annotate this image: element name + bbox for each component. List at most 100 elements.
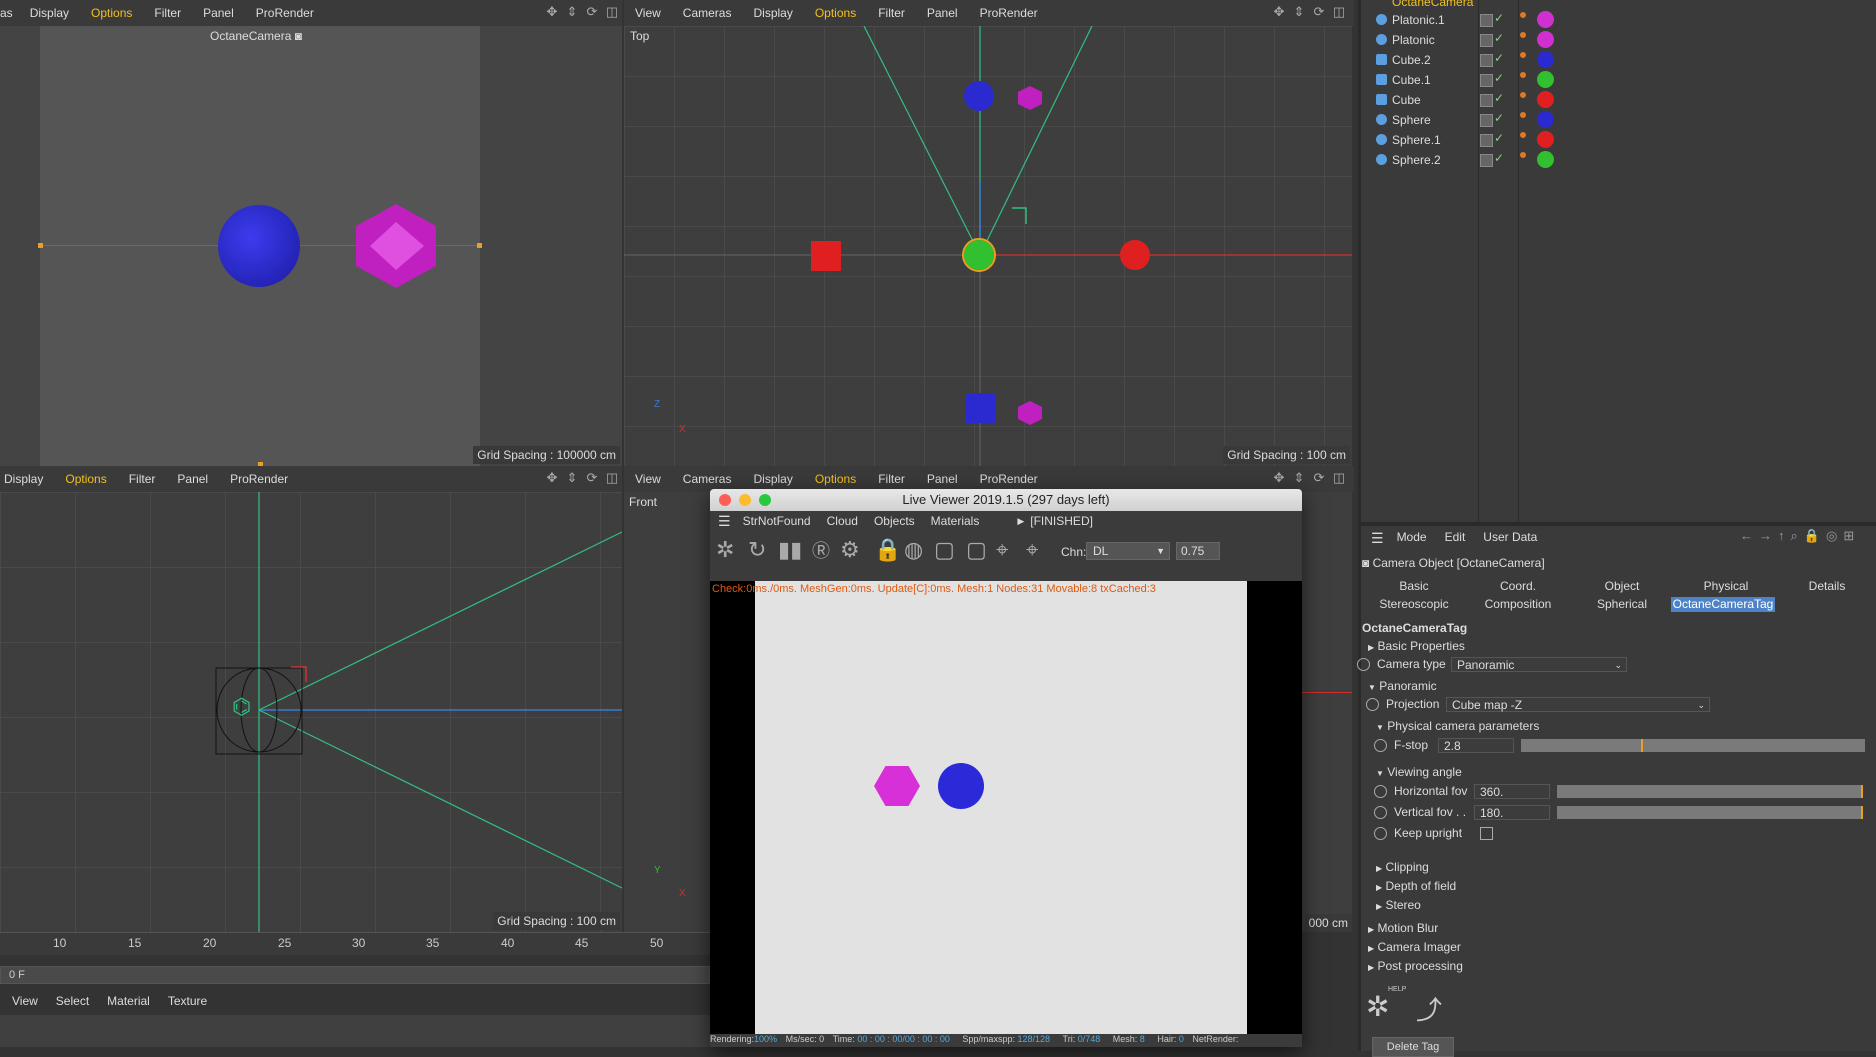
region-icon[interactable]: ▢: [934, 537, 955, 563]
menu-select[interactable]: Select: [47, 994, 98, 1012]
menu-prorender[interactable]: ProRender: [969, 6, 1049, 20]
om-row-sphere-1[interactable]: Sphere.1 ✓: [1362, 130, 1876, 150]
blue-sphere[interactable]: [218, 205, 300, 287]
menu-prorender[interactable]: ProRender: [245, 6, 325, 20]
viewport-top[interactable]: Top Z X Grid Spacing : 100 cm: [624, 26, 1352, 466]
om-row-cube[interactable]: Cube ✓: [1362, 90, 1876, 110]
move-view-icon[interactable]: ✥: [1272, 5, 1286, 19]
visibility-toggle[interactable]: [1480, 94, 1493, 107]
fstop-slider[interactable]: [1521, 739, 1865, 752]
rotate-view-icon[interactable]: ⟳: [585, 5, 599, 19]
frame-handle-left[interactable]: [38, 243, 43, 248]
menu-texture[interactable]: Texture: [159, 994, 216, 1012]
menu-cameras-partial[interactable]: as: [0, 6, 19, 20]
menu-view[interactable]: View: [0, 994, 47, 1012]
camera-imager-group[interactable]: ▶ Camera Imager: [1368, 940, 1461, 954]
projection-radio[interactable]: [1366, 698, 1379, 711]
motion-blur-group[interactable]: ▶ Motion Blur: [1368, 921, 1438, 935]
new-panel-icon[interactable]: ⊞: [1843, 528, 1860, 543]
tab-coord[interactable]: Coord.: [1466, 579, 1570, 594]
menu-prorender[interactable]: ProRender: [969, 472, 1049, 486]
menu-edit[interactable]: Edit: [1436, 530, 1475, 548]
enabled-check-icon[interactable]: ✓: [1494, 131, 1504, 145]
search-icon[interactable]: ⌕: [1791, 528, 1804, 543]
maximize-view-icon[interactable]: ◫: [1332, 471, 1346, 485]
frame-handle-right[interactable]: [477, 243, 482, 248]
forward-arrow-icon[interactable]: →: [1759, 528, 1778, 543]
vfov-radio[interactable]: [1374, 806, 1387, 819]
octane-render-icon[interactable]: ✲: [716, 537, 734, 563]
vfov-field[interactable]: 180.: [1474, 805, 1550, 820]
menu-filter[interactable]: Filter: [143, 6, 192, 20]
rotate-view-icon[interactable]: ⟳: [1312, 5, 1326, 19]
zoom-view-icon[interactable]: ⇕: [1292, 5, 1306, 19]
green-sphere-selected[interactable]: [962, 238, 996, 272]
maximize-view-icon[interactable]: ◫: [1332, 5, 1346, 19]
material-tag[interactable]: [1537, 51, 1554, 68]
fstop-field[interactable]: 2.8: [1438, 738, 1514, 753]
move-view-icon[interactable]: ✥: [1272, 471, 1286, 485]
viewport-side[interactable]: ⌬ Grid Spacing : 100 cm: [0, 492, 622, 932]
menu-options[interactable]: Options: [80, 6, 143, 20]
camera-type-radio[interactable]: [1357, 658, 1370, 671]
camera-type-select[interactable]: Panoramic ⌄: [1451, 657, 1627, 672]
tab-composition[interactable]: Composition: [1466, 597, 1570, 612]
menu-options[interactable]: Options: [804, 472, 867, 486]
basic-properties-group[interactable]: ▶ Basic Properties: [1368, 639, 1465, 653]
tab-octanecameratag[interactable]: OctaneCameraTag: [1671, 597, 1775, 612]
hamburger-icon[interactable]: ☰: [710, 513, 739, 530]
zoom-view-icon[interactable]: ⇕: [1292, 471, 1306, 485]
menu-panel[interactable]: Panel: [916, 472, 969, 486]
magenta-platonic[interactable]: [352, 202, 440, 290]
enabled-check-icon[interactable]: ✓: [1494, 151, 1504, 165]
rotate-view-icon[interactable]: ⟳: [585, 471, 599, 485]
tab-details[interactable]: Details: [1778, 579, 1876, 594]
om-row-cube-2[interactable]: Cube.2 ✓: [1362, 50, 1876, 70]
material-tag[interactable]: [1537, 151, 1554, 168]
render-area[interactable]: Check:0ms./0ms. MeshGen:0ms. Update[C]:0…: [710, 581, 1302, 1034]
dof-group[interactable]: ▶ Depth of field: [1376, 879, 1456, 893]
menu-cameras[interactable]: Cameras: [672, 472, 743, 486]
tab-physical[interactable]: Physical: [1674, 579, 1778, 594]
red-sphere[interactable]: [1120, 240, 1150, 270]
menu-filter[interactable]: Filter: [867, 472, 916, 486]
menu-filter[interactable]: Filter: [118, 472, 167, 486]
menu-display[interactable]: Display: [742, 472, 803, 486]
visibility-toggle[interactable]: [1480, 154, 1493, 167]
menu-strnotfound[interactable]: StrNotFound: [739, 514, 819, 528]
up-arrow-icon[interactable]: ↑: [1778, 528, 1791, 543]
back-arrow-icon[interactable]: ←: [1740, 528, 1759, 543]
timeline[interactable]: 10 15 20 25 30 35 40 45 50: [0, 932, 710, 955]
stereo-group[interactable]: ▶ Stereo: [1376, 898, 1421, 912]
visibility-toggle[interactable]: [1480, 34, 1493, 47]
tab-basic[interactable]: Basic: [1362, 579, 1466, 594]
menu-materials[interactable]: Materials: [923, 514, 988, 528]
keep-upright-checkbox[interactable]: [1480, 827, 1493, 840]
keep-upright-radio[interactable]: [1374, 827, 1387, 840]
maximize-view-icon[interactable]: ◫: [605, 5, 619, 19]
lock-icon[interactable]: 🔒: [874, 537, 901, 563]
material-ball-icon[interactable]: ◍: [904, 537, 923, 563]
enabled-check-icon[interactable]: ✓: [1494, 91, 1504, 105]
hamburger-icon[interactable]: ☰: [1362, 530, 1388, 548]
om-row-platonic-1[interactable]: Platonic.1 ✓: [1362, 10, 1876, 30]
delete-tag-button[interactable]: Delete Tag: [1372, 1037, 1454, 1057]
enabled-check-icon[interactable]: ✓: [1494, 31, 1504, 45]
enabled-check-icon[interactable]: ✓: [1494, 111, 1504, 125]
channel-amount-field[interactable]: 0.75: [1176, 542, 1220, 560]
camera-icon[interactable]: ⌬: [232, 694, 251, 720]
hfov-slider[interactable]: [1557, 785, 1863, 798]
frame-field[interactable]: 0 F: [0, 966, 710, 984]
vfov-slider[interactable]: [1557, 806, 1863, 819]
om-row-cube-1[interactable]: Cube.1 ✓: [1362, 70, 1876, 90]
node-editor-icon[interactable]: ⤴: [1416, 990, 1442, 1027]
film-region-icon[interactable]: ▢: [966, 537, 987, 563]
octane-help-icon[interactable]: ✲: [1366, 990, 1389, 1023]
menu-mode[interactable]: Mode: [1388, 530, 1436, 548]
clipping-group[interactable]: ▶ Clipping: [1376, 860, 1429, 874]
menu-view[interactable]: View: [624, 472, 672, 486]
menu-display[interactable]: Display: [0, 472, 54, 486]
viewport-top-left[interactable]: OctaneCamera ◙ Grid Spacing : 100000 cm: [0, 26, 622, 466]
material-picker-icon[interactable]: ⌖: [1026, 537, 1038, 563]
material-tag[interactable]: [1537, 91, 1554, 108]
